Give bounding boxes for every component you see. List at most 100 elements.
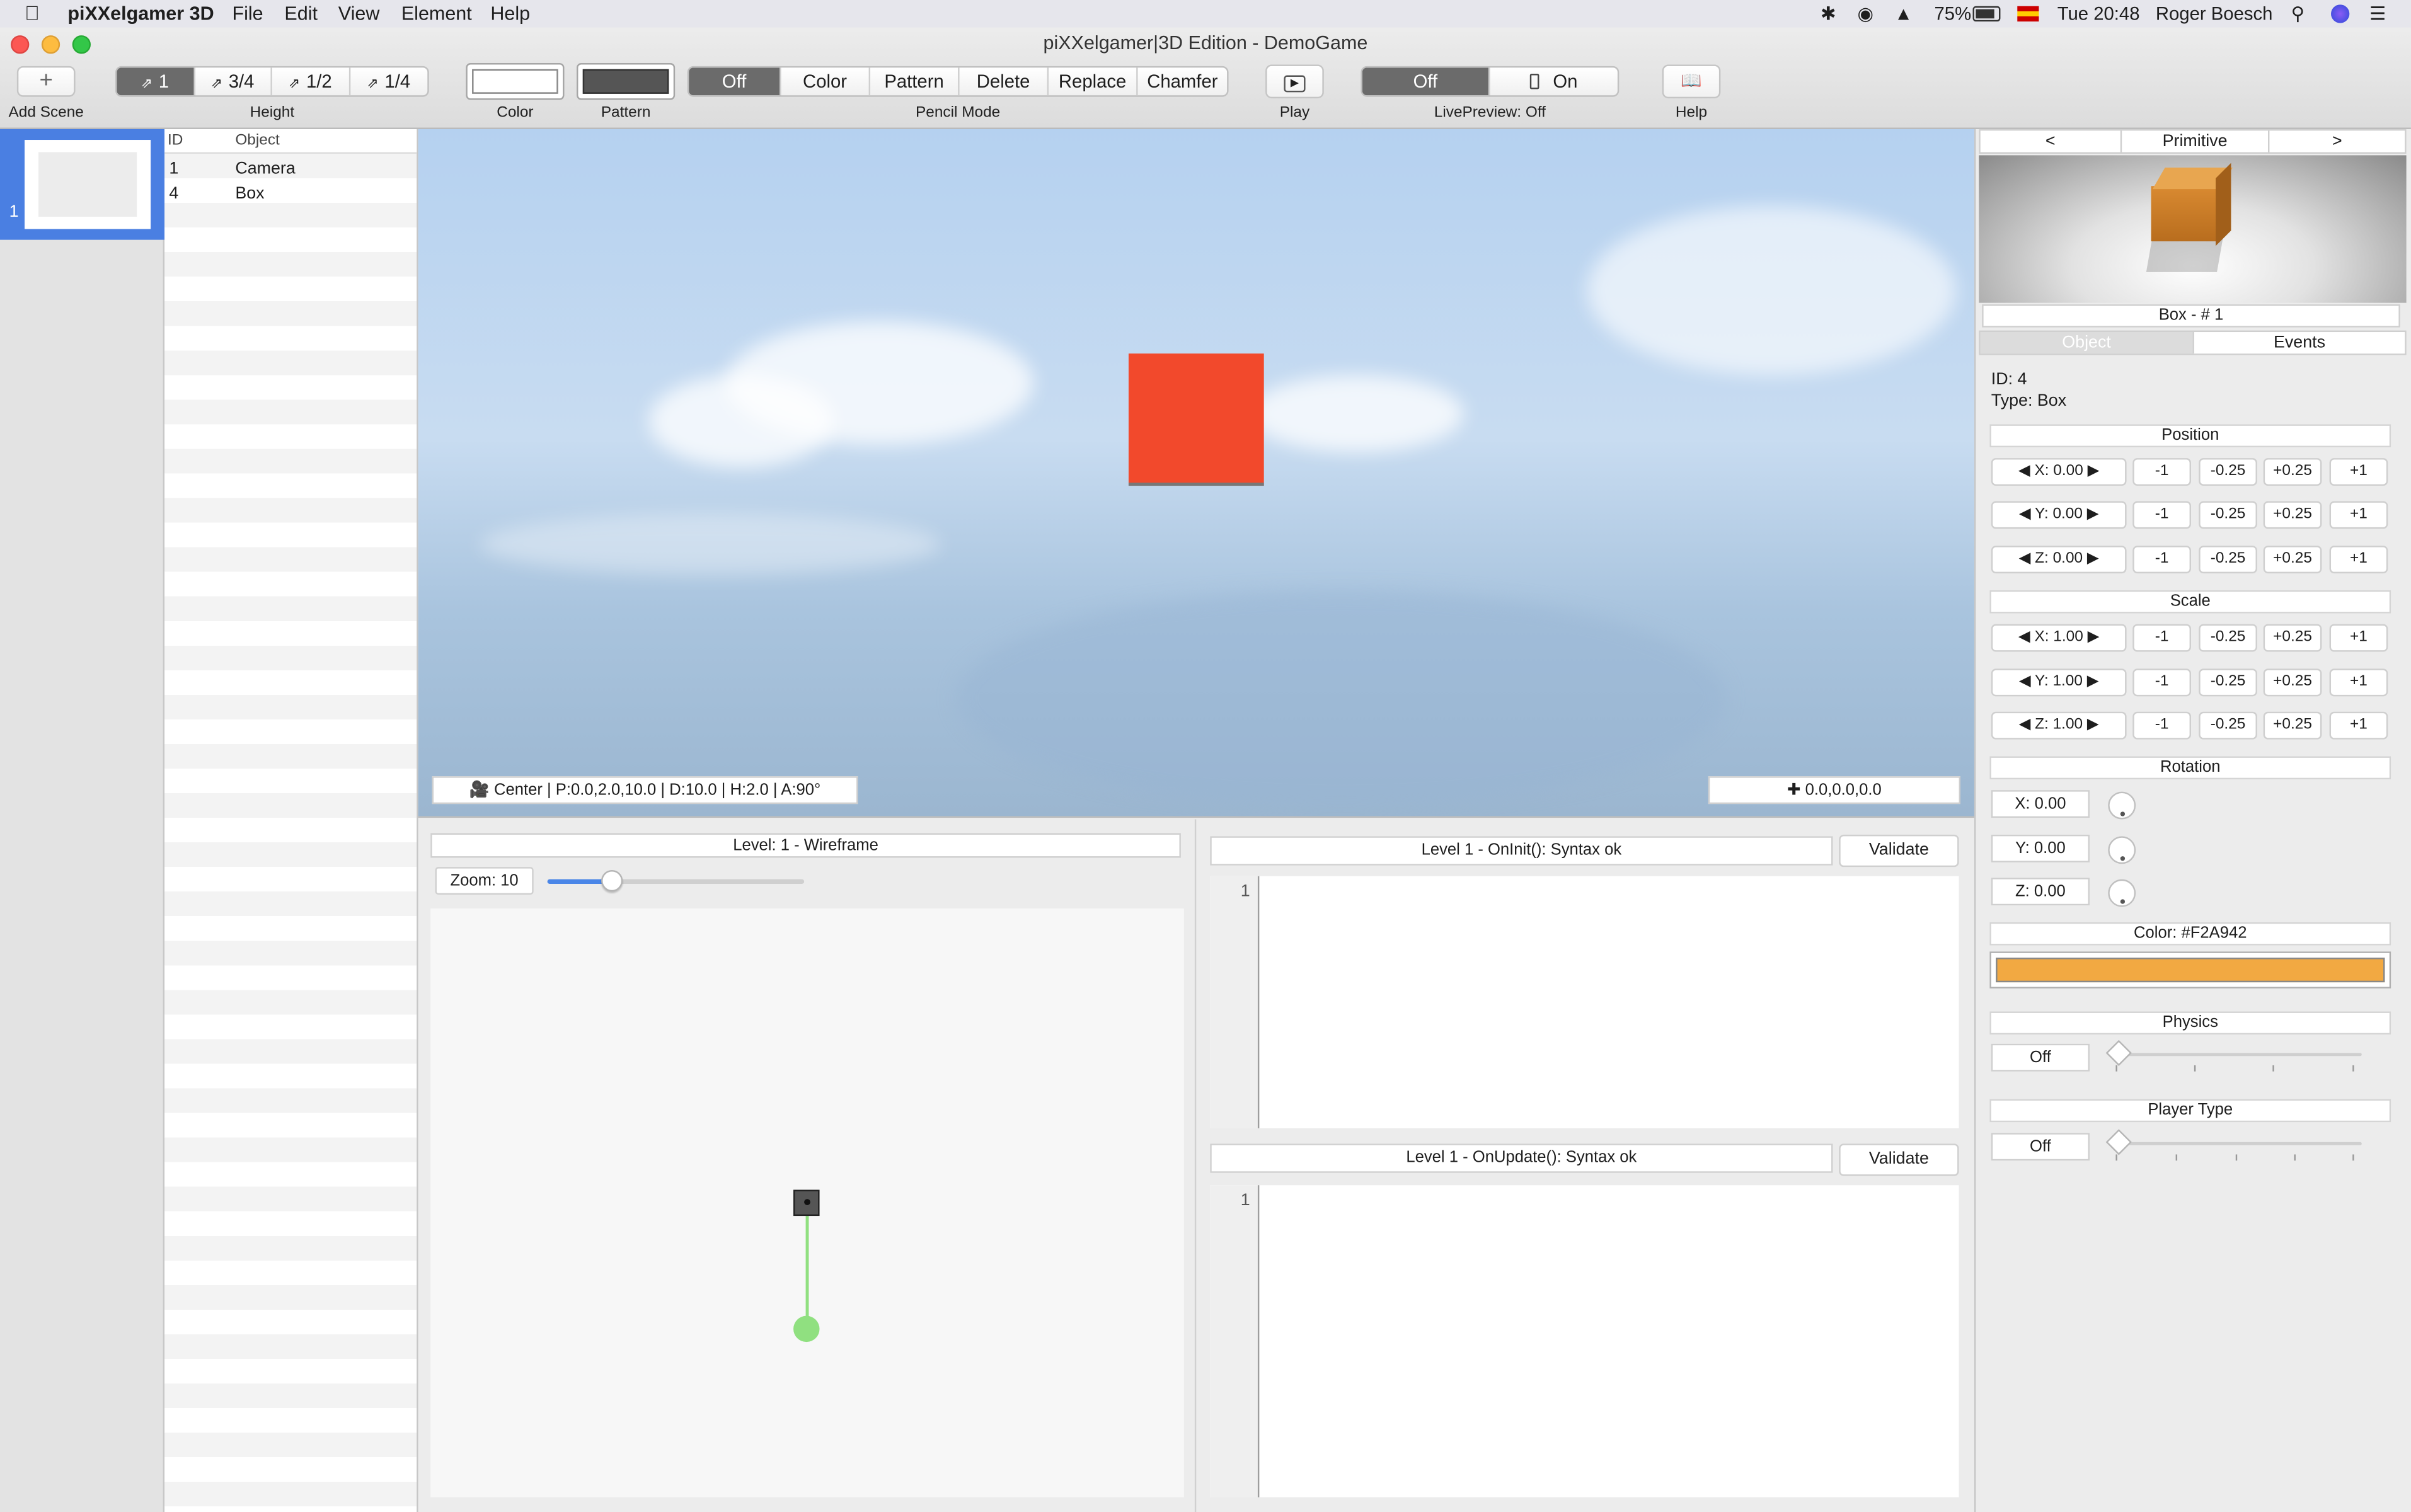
column-header-object[interactable]: Object	[235, 132, 280, 149]
menu-element[interactable]: Element	[401, 0, 472, 28]
siri-icon[interactable]	[2331, 4, 2350, 23]
position-y-plus-025[interactable]: +0.25	[2263, 501, 2322, 529]
input-flag-icon[interactable]	[2017, 6, 2039, 22]
scale-z-plus-025[interactable]: +0.25	[2263, 711, 2322, 740]
notification-center-icon[interactable]: ☰	[2369, 0, 2386, 28]
menu-edit[interactable]: Edit	[284, 0, 318, 28]
zoom-field[interactable]: Zoom: 10	[435, 867, 534, 895]
pencil-mode-color[interactable]: Color	[781, 67, 871, 96]
rotation-x-field[interactable]: X: 0.00	[1991, 790, 2090, 818]
position-y-stepper[interactable]: ◀ Y: 0.00 ▶	[1991, 501, 2127, 529]
height-option-1-4[interactable]: ⇗ 1/4	[350, 67, 427, 95]
rotation-z-field[interactable]: Z: 0.00	[1991, 878, 2090, 906]
position-z-minus-1[interactable]: -1	[2132, 546, 2191, 574]
position-z-plus-1[interactable]: +1	[2329, 546, 2388, 574]
wireframe-canvas[interactable]	[430, 908, 1184, 1498]
pattern-well[interactable]	[577, 63, 676, 100]
clock[interactable]: Tue 20:48	[2057, 0, 2140, 28]
app-menu[interactable]: piXXelgamer 3D	[67, 0, 214, 28]
scale-x-plus-025[interactable]: +0.25	[2263, 624, 2322, 652]
scale-y-stepper[interactable]: ◀ Y: 1.00 ▶	[1991, 668, 2127, 697]
onupdate-editor[interactable]: 1	[1210, 1185, 1959, 1498]
play-button[interactable]: ▶	[1265, 64, 1324, 99]
user-name[interactable]: Roger Boesch	[2156, 0, 2273, 28]
oninit-editor[interactable]: 1	[1210, 876, 1959, 1128]
height-option-1[interactable]: ⇗ 1	[117, 67, 195, 96]
scale-z-stepper[interactable]: ◀ Z: 1.00 ▶	[1991, 711, 2127, 740]
menu-file[interactable]: File	[232, 0, 263, 28]
position-z-minus-025[interactable]: -0.25	[2199, 546, 2257, 574]
pencil-mode-chamfer[interactable]: Chamfer	[1138, 67, 1228, 95]
scene-viewport[interactable]: 🎥 Center | P:0.0,2.0,10.0 | D:10.0 | H:2…	[418, 129, 1974, 818]
pencil-mode-delete[interactable]: Delete	[960, 67, 1049, 96]
color-well[interactable]	[466, 63, 565, 100]
height-segmented-control[interactable]: ⇗ 1 ⇗ 3/4 ⇗ 1/2 ⇗ 1/4	[115, 66, 429, 97]
rotation-y-field[interactable]: Y: 0.00	[1991, 834, 2090, 862]
position-z-plus-025[interactable]: +0.25	[2263, 546, 2322, 574]
column-header-id[interactable]: ID	[168, 132, 183, 149]
scale-y-minus-1[interactable]: -1	[2132, 668, 2191, 697]
physics-slider-knob[interactable]	[2105, 1040, 2132, 1067]
search-icon[interactable]: ⚲	[2291, 0, 2305, 28]
scale-y-plus-1[interactable]: +1	[2329, 668, 2388, 697]
rotation-z-dial[interactable]	[2108, 879, 2136, 907]
livepreview-off[interactable]: Off	[1362, 67, 1490, 96]
height-option-1-2[interactable]: ⇗ 1/2	[272, 67, 350, 96]
tab-object[interactable]: Object	[1980, 332, 2193, 354]
validate-oninit-button[interactable]: Validate	[1839, 834, 1959, 868]
camera-wireframe-marker[interactable]	[793, 1315, 820, 1343]
color-label: Color	[497, 104, 534, 122]
tab-events[interactable]: Events	[2192, 332, 2405, 354]
position-x-minus-1[interactable]: -1	[2132, 458, 2191, 486]
scale-x-minus-025[interactable]: -0.25	[2199, 624, 2257, 652]
object-row-box[interactable]: 4 Box	[164, 181, 417, 206]
livepreview-on[interactable]: On	[1490, 67, 1618, 95]
physics-slider[interactable]	[2105, 1040, 2362, 1067]
object-color-well[interactable]	[1989, 951, 2391, 988]
battery-icon[interactable]	[1972, 6, 2001, 22]
position-x-plus-025[interactable]: +0.25	[2263, 458, 2322, 486]
next-primitive-button[interactable]: >	[2269, 130, 2405, 152]
position-y-minus-025[interactable]: -0.25	[2199, 501, 2257, 529]
pencil-mode-pattern[interactable]: Pattern	[870, 67, 960, 96]
menu-view[interactable]: View	[338, 0, 380, 28]
position-x-minus-025[interactable]: -0.25	[2199, 458, 2257, 486]
zoom-slider-knob[interactable]	[601, 870, 623, 892]
object-row-camera[interactable]: 1 Camera	[164, 157, 417, 181]
position-y-minus-1[interactable]: -1	[2132, 501, 2191, 529]
position-y-plus-1[interactable]: +1	[2329, 501, 2388, 529]
scale-x-minus-1[interactable]: -1	[2132, 624, 2191, 652]
scale-z-plus-1[interactable]: +1	[2329, 711, 2388, 740]
scale-y-plus-025[interactable]: +0.25	[2263, 668, 2322, 697]
bluetooth-icon[interactable]: ✱	[1821, 0, 1836, 28]
position-x-plus-1[interactable]: +1	[2329, 458, 2388, 486]
scale-x-plus-1[interactable]: +1	[2329, 624, 2388, 652]
menu-help[interactable]: Help	[490, 0, 530, 28]
scale-y-minus-025[interactable]: -0.25	[2199, 668, 2257, 697]
pencil-mode-replace[interactable]: Replace	[1049, 67, 1138, 96]
scale-z-minus-025[interactable]: -0.25	[2199, 711, 2257, 740]
position-x-stepper[interactable]: ◀ X: 0.00 ▶	[1991, 458, 2127, 486]
player-type-slider[interactable]	[2105, 1129, 2362, 1155]
height-option-3-4[interactable]: ⇗ 3/4	[195, 67, 272, 96]
scale-z-minus-1[interactable]: -1	[2132, 711, 2191, 740]
validate-onupdate-button[interactable]: Validate	[1839, 1143, 1959, 1176]
position-z-stepper[interactable]: ◀ Z: 0.00 ▶	[1991, 546, 2127, 574]
pencil-mode-segmented-control[interactable]: Off Color Pattern Delete Replace Chamfer	[687, 66, 1229, 97]
wifi-icon[interactable]: ◉	[1858, 0, 1874, 28]
scene-item[interactable]: 1	[0, 129, 165, 240]
apple-menu-icon[interactable]: 	[25, 0, 40, 28]
rotation-x-dial[interactable]	[2108, 791, 2136, 820]
livepreview-segmented-control[interactable]: Off On	[1361, 66, 1620, 97]
help-button[interactable]: 📖	[1662, 64, 1721, 99]
pencil-mode-off[interactable]: Off	[689, 67, 781, 96]
add-scene-button[interactable]: +	[16, 66, 76, 97]
rotation-y-dial[interactable]	[2108, 836, 2136, 864]
previous-primitive-button[interactable]: <	[1981, 130, 2122, 152]
zoom-slider[interactable]	[547, 870, 805, 892]
volume-icon[interactable]: ▲	[1894, 0, 1913, 28]
box-object[interactable]	[1128, 353, 1264, 486]
box-wireframe-marker[interactable]	[793, 1189, 820, 1217]
player-type-slider-knob[interactable]	[2105, 1129, 2132, 1155]
scale-x-stepper[interactable]: ◀ X: 1.00 ▶	[1991, 624, 2127, 652]
